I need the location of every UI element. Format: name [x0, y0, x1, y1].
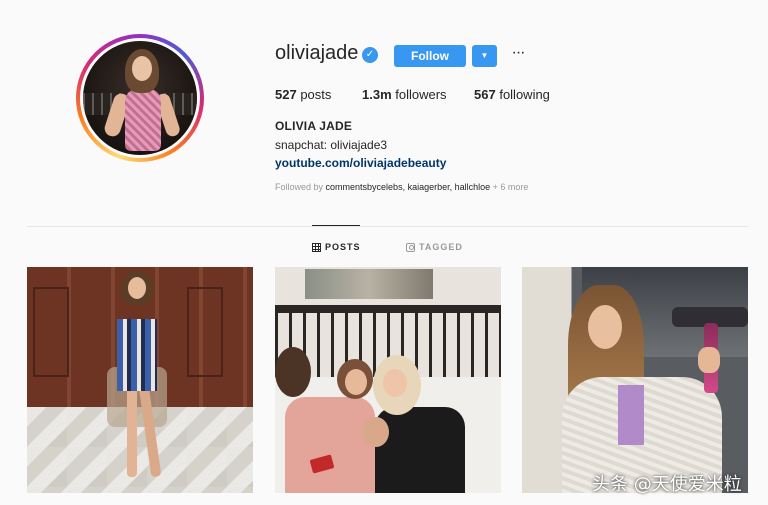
avatar-figure-dress — [125, 89, 161, 151]
followed-by-text[interactable]: Followed by commentsbycelebs, kaiagerber… — [275, 182, 528, 192]
tab-tagged-label: TAGGED — [419, 242, 463, 252]
followers-count[interactable]: 1.3m followers — [362, 87, 447, 102]
grid-icon — [312, 242, 321, 252]
post2-wall-art — [305, 269, 433, 299]
following-count-label: following — [499, 87, 550, 102]
following-count-value: 567 — [474, 87, 496, 102]
followed-by-names[interactable]: commentsbycelebs, kaiagerber, hallchloe — [326, 182, 491, 192]
more-options-icon[interactable]: ··· — [509, 44, 527, 66]
follow-button[interactable]: Follow — [394, 45, 466, 67]
posts-count-label: posts — [300, 87, 332, 102]
profile-avatar[interactable] — [76, 34, 204, 162]
profile-full-name: OLIVIA JADE — [275, 119, 353, 133]
followed-by-prefix: Followed by — [275, 182, 326, 192]
watermark-text: 头条 @天使爱米粒 — [592, 474, 742, 495]
followed-by-suffix[interactable]: + 6 more — [490, 182, 529, 192]
post3-figure-hand — [698, 347, 720, 373]
post2-figure-back — [275, 347, 311, 397]
profile-bio: snapchat: oliviajade3 — [275, 138, 388, 152]
post2-figure-face-3 — [363, 417, 389, 447]
post2-figure-black — [375, 407, 465, 493]
post2-figure-face-2 — [383, 369, 407, 397]
posts-count-value: 527 — [275, 87, 297, 102]
tag-icon — [406, 242, 415, 252]
tabs-divider — [27, 226, 748, 227]
post3-figure-shirt — [618, 385, 644, 445]
post3-figure-face — [588, 305, 622, 349]
tab-posts[interactable]: POSTS — [312, 242, 361, 252]
verified-badge-icon: ✓ — [362, 47, 378, 63]
post2-figure-face-1 — [345, 369, 367, 395]
post2-figure-pink — [285, 397, 375, 493]
profile-website-link[interactable]: youtube.com/oliviajadebeauty — [275, 156, 446, 170]
posts-count: 527 posts — [275, 87, 331, 102]
tab-tagged[interactable]: TAGGED — [406, 242, 463, 252]
post-thumbnail-3[interactable] — [522, 267, 748, 493]
post1-panel-left — [33, 287, 69, 377]
avatar-image — [83, 41, 197, 155]
post2-headboard-bar — [275, 305, 501, 313]
following-count[interactable]: 567 following — [474, 87, 550, 102]
suggestions-dropdown-button[interactable]: ▼ — [472, 45, 497, 67]
active-tab-indicator — [312, 225, 360, 226]
post-thumbnail-2[interactable] — [275, 267, 501, 493]
avatar-figure-face — [132, 56, 152, 81]
post1-figure-face — [128, 277, 146, 299]
post-thumbnail-1[interactable] — [27, 267, 253, 493]
post1-panel-right — [187, 287, 223, 377]
post1-figure-leg — [127, 387, 137, 477]
followers-count-label: followers — [395, 87, 447, 102]
post1-figure-dress — [117, 319, 157, 391]
followers-count-value: 1.3m — [362, 87, 392, 102]
tab-posts-label: POSTS — [325, 242, 361, 252]
profile-username: oliviajade — [275, 42, 359, 64]
avatar-gap — [80, 38, 200, 158]
